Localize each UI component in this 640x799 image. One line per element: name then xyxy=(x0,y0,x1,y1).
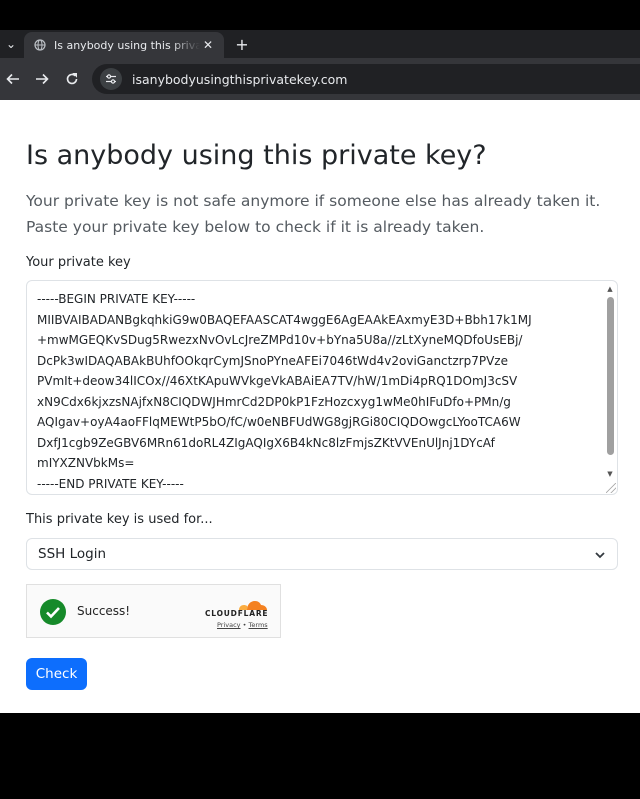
resize-handle-icon[interactable] xyxy=(606,483,616,493)
description-line-1: Your private key is not safe anymore if … xyxy=(26,192,601,210)
scroll-down-icon[interactable]: ▼ xyxy=(606,470,614,478)
captcha-links: Privacy • Terms xyxy=(217,621,268,629)
description-line-2: Paste your private key below to check if… xyxy=(26,218,485,236)
browser-toolbar: isanybodyusingthisprivatekey.com xyxy=(0,58,640,100)
usage-select[interactable]: SSH Login xyxy=(26,538,618,570)
scroll-up-icon[interactable]: ▲ xyxy=(606,285,614,293)
terms-link[interactable]: Terms xyxy=(249,621,268,629)
url-text: isanybodyusingthisprivatekey.com xyxy=(132,71,348,87)
tab-title: Is anybody using this private key? xyxy=(54,38,200,52)
reload-icon[interactable] xyxy=(63,70,81,88)
tab-search-button[interactable]: ⌄ xyxy=(0,32,22,56)
usage-selected-value: SSH Login xyxy=(38,546,107,562)
private-key-text[interactable]: -----BEGIN PRIVATE KEY----- MIIBVAIBADAN… xyxy=(37,289,597,494)
scrollbar-thumb[interactable] xyxy=(607,297,614,455)
globe-icon xyxy=(34,39,46,51)
page-description: Your private key is not safe anymore if … xyxy=(26,188,626,240)
browser-tab[interactable]: Is anybody using this private key? ✕ xyxy=(24,32,224,58)
tab-close-icon[interactable]: ✕ xyxy=(200,37,216,53)
captcha-status: Success! xyxy=(77,604,131,618)
back-icon[interactable] xyxy=(4,70,22,88)
check-button[interactable]: Check xyxy=(26,658,87,690)
page-content: Is anybody using this private key? Your … xyxy=(0,100,640,713)
chevron-down-icon xyxy=(593,547,607,561)
success-check-icon xyxy=(40,599,66,625)
new-tab-button[interactable]: + xyxy=(232,34,252,54)
forward-icon[interactable] xyxy=(33,70,51,88)
page-title: Is anybody using this private key? xyxy=(26,140,487,171)
link-separator: • xyxy=(240,621,249,629)
cloudflare-logo-text: CLOUDFLARE xyxy=(205,609,269,618)
browser-chrome: ⌄ Is anybody using this private key? ✕ +… xyxy=(0,30,640,100)
tab-strip: ⌄ Is anybody using this private key? ✕ + xyxy=(0,30,640,58)
private-key-label: Your private key xyxy=(26,255,131,270)
cloudflare-captcha-widget[interactable]: Success! CLOUDFLARE Privacy • Terms xyxy=(26,584,281,638)
privacy-link[interactable]: Privacy xyxy=(217,621,241,629)
private-key-textarea[interactable]: -----BEGIN PRIVATE KEY----- MIIBVAIBADAN… xyxy=(26,280,618,495)
textarea-scrollbar[interactable]: ▲ ▼ xyxy=(603,281,617,494)
usage-label: This private key is used for... xyxy=(26,512,213,527)
site-settings-icon[interactable] xyxy=(100,68,122,90)
address-bar[interactable]: isanybodyusingthisprivatekey.com xyxy=(92,64,640,94)
